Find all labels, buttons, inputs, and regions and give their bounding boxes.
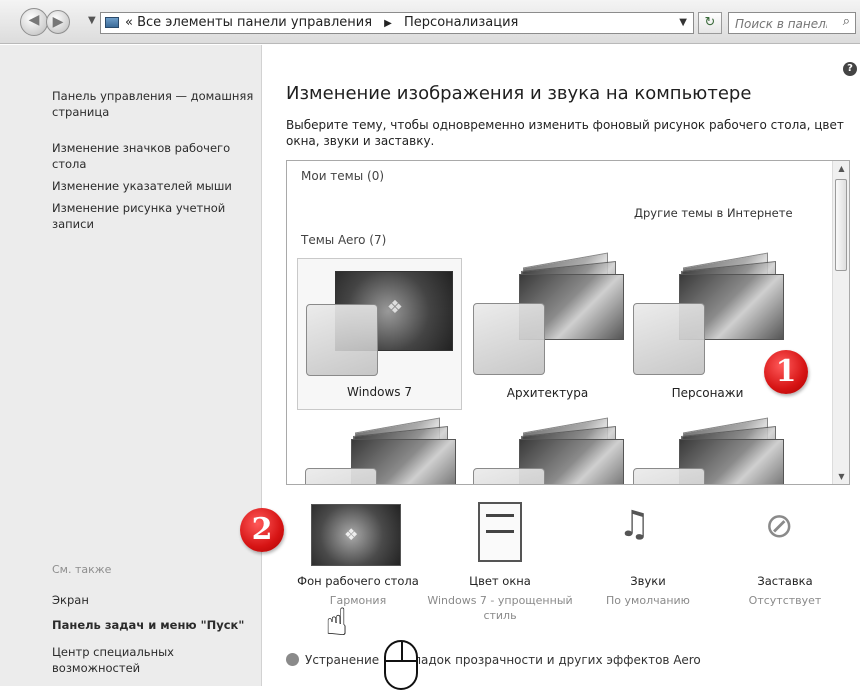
desktop-background-setting[interactable]: ❖ Фон рабочего стола Гармония [283,500,433,608]
themes-list: Мои темы (0) Другие темы в Интернете Тем… [286,160,850,485]
breadcrumb-prefix[interactable]: « [125,15,133,30]
theme-name: Архитектура [506,386,589,400]
address-bar[interactable]: « Все элементы панели управления ▶ Персо… [100,12,694,34]
scroll-down-icon[interactable]: ▼ [833,472,849,481]
control-panel-home-link[interactable]: Панель управления — домашняя страница [52,88,257,120]
theme-row2-3[interactable] [625,417,790,484]
forward-arrow-icon: ▶ [52,14,64,30]
window-color-swatch [473,303,545,375]
window-color-swatch [633,303,705,375]
ease-of-access-link[interactable]: Центр специальных возможностей [52,644,257,676]
display-link[interactable]: Экран [52,592,257,608]
back-button[interactable]: ◀ [20,8,48,36]
setting-title: Фон рабочего стола [297,574,419,588]
see-also-heading: См. также [52,563,112,576]
help-icon[interactable]: ? [843,62,857,76]
theme-characters[interactable]: Персонажи [625,252,790,410]
theme-row2-1[interactable] [297,417,462,484]
forward-button[interactable]: ▶ [46,10,70,34]
left-pane: Панель управления — домашняя страница Из… [0,45,262,686]
sounds-setting[interactable]: ♫ Звуки По умолчанию [573,500,723,608]
search-input[interactable] [729,14,829,34]
callout-badge-2: 2 [240,508,284,552]
taskbar-start-menu-link[interactable]: Панель задач и меню "Пуск" [52,617,257,633]
aero-troubleshoot-label: Устранение неполадок прозрачности и друг… [305,653,701,667]
windows-logo-icon: ❖ [386,297,403,318]
window-color-swatch [306,304,378,376]
setting-value: По умолчанию [606,594,690,607]
refresh-button[interactable]: ↻ [698,12,722,34]
change-account-picture-link[interactable]: Изменение рисунка учетной записи [52,200,257,232]
search-icon[interactable]: ⌕ [843,14,850,29]
window-color-swatch [305,468,377,484]
theme-name: Windows 7 [346,385,412,399]
history-dropdown-icon[interactable]: ▼ [88,15,96,26]
aero-themes-heading: Темы Aero (7) [301,233,387,247]
refresh-icon: ↻ [704,15,716,30]
setting-value: Отсутствует [748,594,822,607]
setting-title: Цвет окна [469,574,531,588]
control-panel-icon [105,17,119,28]
setting-title: Звуки [630,574,666,588]
change-mouse-pointers-link[interactable]: Изменение указателей мыши [52,178,257,194]
scroll-up-icon[interactable]: ▲ [833,164,849,173]
screensaver-icon: ⊘ [765,506,794,546]
theme-windows7[interactable]: ❖ Windows 7 [297,258,462,410]
page-title: Изменение изображения и звука на компьют… [286,83,752,104]
screensaver-setting[interactable]: ⊘ Заставка Отсутствует [710,500,860,608]
window-color-icon [478,502,522,562]
window-color-swatch [633,468,705,484]
page-description: Выберите тему, чтобы одновременно измени… [286,118,844,148]
aero-troubleshoot-link[interactable]: Устранение неполадок прозрачности и друг… [286,653,701,667]
desktop-background-thumbnail: ❖ [311,504,401,566]
mouse-click-icon [384,640,418,690]
sounds-icon: ♫ [618,504,651,545]
theme-row2-2[interactable] [465,417,630,484]
theme-name: Персонажи [671,386,744,400]
callout-badge-1: 1 [764,350,808,394]
setting-value: Windows 7 - упрощенный стиль [427,594,573,622]
setting-value: Гармония [329,594,387,607]
troubleshoot-shield-icon [286,653,299,666]
breadcrumb-all-items[interactable]: Все элементы панели управления [137,15,372,30]
address-dropdown-icon[interactable]: ▼ [679,13,687,33]
change-desktop-icons-link[interactable]: Изменение значков рабочего стола [52,140,257,172]
window-color-setting[interactable]: Цвет окна Windows 7 - упрощенный стиль [425,500,575,623]
my-themes-heading: Мои темы (0) [301,169,385,183]
back-arrow-icon: ◀ [28,12,40,28]
themes-scrollbar[interactable]: ▲ ▼ [832,161,849,484]
windows-logo-icon: ❖ [344,525,359,544]
hand-cursor-icon: ☝ [325,600,349,644]
scroll-thumb[interactable] [835,179,847,271]
breadcrumb-separator-icon[interactable]: ▶ [384,18,392,29]
theme-architecture[interactable]: Архитектура [465,252,630,410]
online-themes-link[interactable]: Другие темы в Интернете [634,206,793,220]
setting-title: Заставка [757,574,813,588]
search-box[interactable]: ⌕ [728,12,856,34]
address-toolbar: ◀ ▶ ▼ « Все элементы панели управления ▶… [0,0,860,44]
breadcrumb-personalization[interactable]: Персонализация [404,15,518,30]
window-color-swatch [473,468,545,484]
